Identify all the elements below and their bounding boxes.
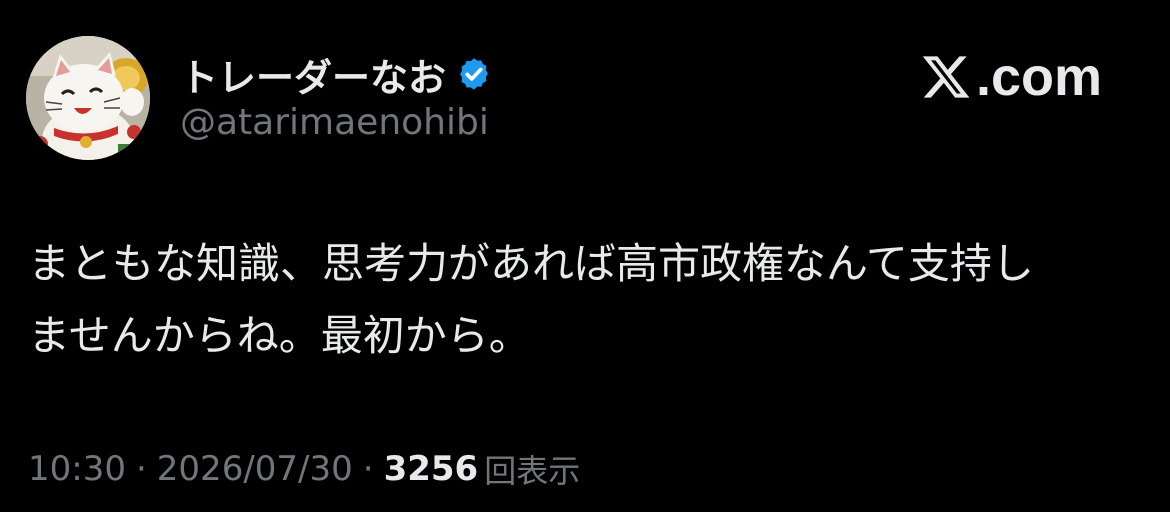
meta-separator: · [135,449,147,489]
tweet-time[interactable]: 10:30 [28,449,126,489]
tweet-card: トレーダーなお @atarimaenohibi .com まともな知識、思考力が… [0,0,1170,512]
user-handle[interactable]: @atarimaenohibi [180,102,489,143]
maneki-neko-avatar [26,36,150,160]
tweet-meta: 10:30 · 2026/07/30 · 3256 回表示 [28,444,580,494]
display-name[interactable]: トレーダーなお [180,47,446,102]
avatar[interactable] [26,36,150,160]
brand-domain-text: .com [975,47,1102,107]
views-label: 回表示 [484,452,581,490]
author-name-row: トレーダーなお [180,50,492,100]
meta-separator: · [362,449,374,489]
tweet-date[interactable]: 2026/07/30 [157,449,353,489]
brand-logo: .com [920,46,1102,108]
tweet-text-line: ませんからね。最初から。 [28,311,531,360]
tweet-text-line: まともな知識、思考力があれば高市政権なんて支持し [28,239,1034,288]
views-count: 3256 [383,449,479,489]
verified-badge-icon [460,58,488,90]
tweet-body: まともな知識、思考力があれば高市政権なんて支持し ませんからね。最初から。 [28,228,1138,372]
x-logo-icon [922,56,970,98]
